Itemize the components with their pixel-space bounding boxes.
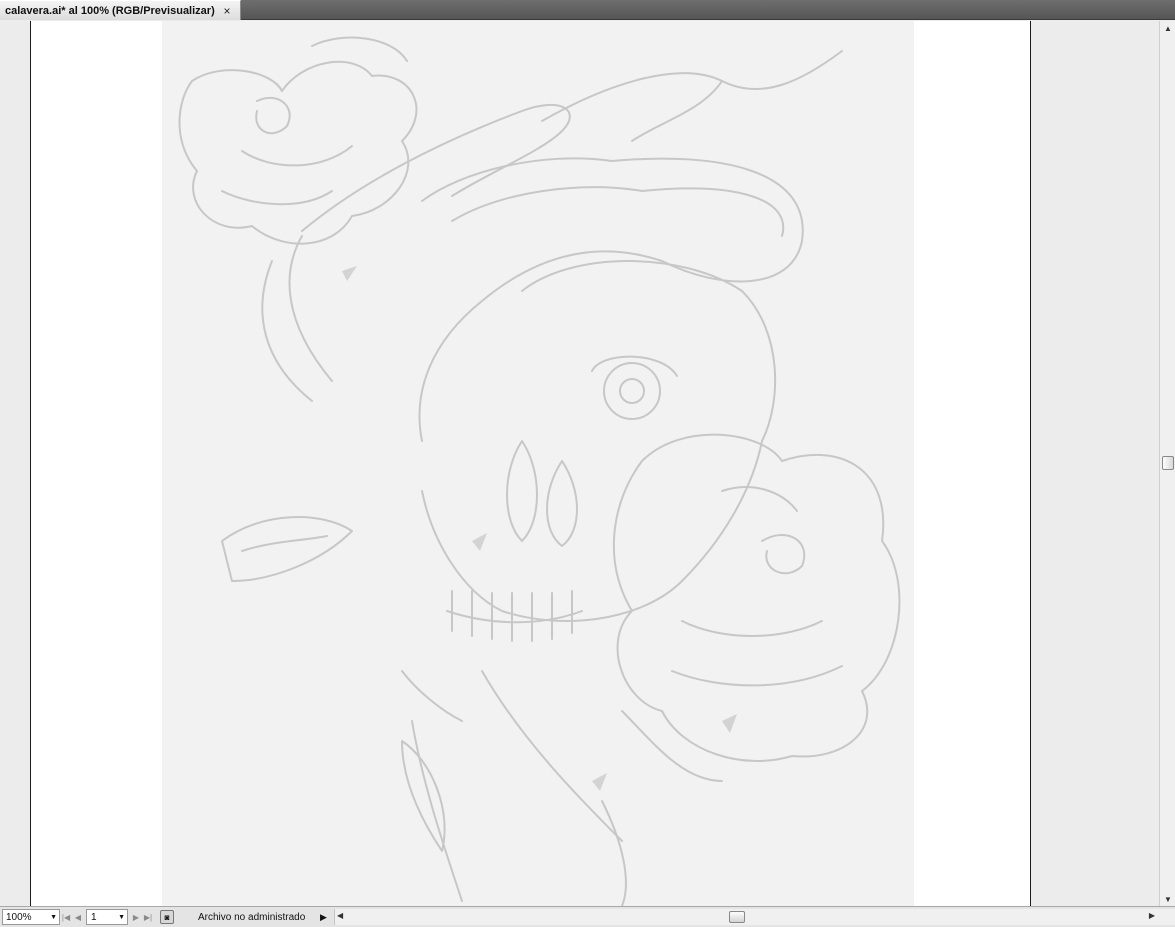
status-menu-arrow-icon[interactable]: ▶ — [320, 912, 332, 923]
status-bar: 100% ▼ |◀ ◀ 1 ▼ ▶ ▶| ◙ Archivo no admini… — [0, 906, 1175, 927]
status-text: Archivo no administrado — [198, 911, 306, 923]
scroll-right-icon[interactable]: ▶ — [1149, 911, 1155, 920]
document-tab[interactable]: calavera.ai* al 100% (RGB/Previsualizar)… — [0, 0, 241, 20]
artboard[interactable] — [30, 21, 1031, 906]
next-page-icon[interactable]: ▶ — [130, 909, 142, 925]
document-tab-bar: calavera.ai* al 100% (RGB/Previsualizar)… — [0, 0, 1175, 20]
document-status-icon[interactable]: ◙ — [160, 910, 174, 924]
illustrator-document-window: calavera.ai* al 100% (RGB/Previsualizar)… — [0, 0, 1175, 927]
last-page-icon[interactable]: ▶| — [142, 909, 154, 925]
page-number-value: 1 — [91, 911, 97, 923]
canvas-workspace[interactable] — [0, 21, 1159, 906]
close-icon[interactable]: × — [220, 4, 234, 18]
document-tab-title: calavera.ai* al 100% (RGB/Previsualizar) — [5, 4, 215, 17]
dropdown-arrow-icon[interactable]: ▼ — [118, 914, 125, 921]
zoom-level-value: 100% — [6, 911, 32, 923]
placed-sketch-image[interactable] — [162, 21, 914, 906]
previous-page-icon[interactable]: ◀ — [72, 909, 84, 925]
scroll-down-icon[interactable]: ▼ — [1160, 892, 1175, 906]
page-number-field[interactable]: 1 ▼ — [86, 909, 128, 925]
horizontal-scrollbar[interactable]: ◀ ▶ — [334, 909, 1175, 925]
horizontal-scroll-thumb[interactable] — [729, 911, 745, 923]
vertical-scroll-thumb[interactable] — [1162, 456, 1174, 470]
first-page-icon[interactable]: |◀ — [60, 909, 72, 925]
zoom-level-field[interactable]: 100% ▼ — [2, 909, 60, 925]
skull-snake-roses-sketch — [178, 36, 901, 906]
scroll-left-icon[interactable]: ◀ — [337, 911, 343, 920]
dropdown-arrow-icon[interactable]: ▼ — [50, 914, 57, 921]
scroll-up-icon[interactable]: ▲ — [1160, 21, 1175, 35]
vertical-scrollbar[interactable]: ▲ ▼ — [1159, 21, 1175, 906]
